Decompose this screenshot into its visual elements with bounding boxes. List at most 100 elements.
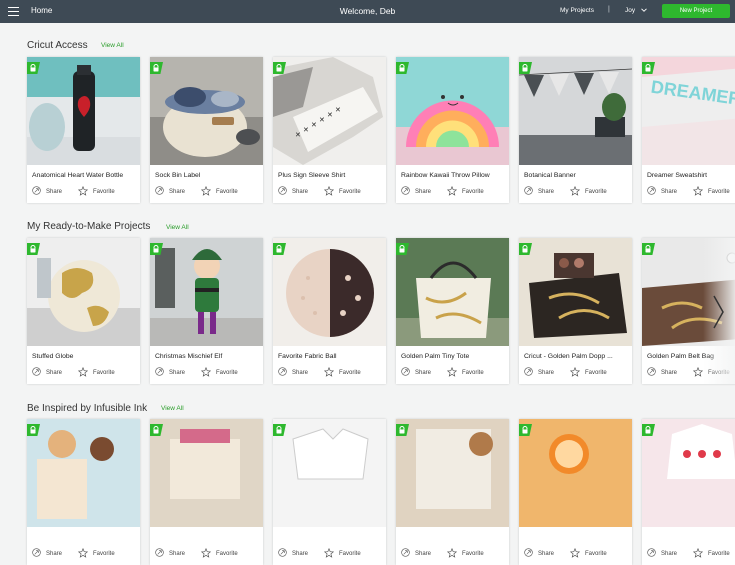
share-button[interactable]: Share (647, 186, 677, 197)
project-title: Rainbow Kawaii Throw Pillow (401, 172, 490, 179)
project-card[interactable]: Rainbow Kawaii Throw Pillow Share Favorite (396, 57, 509, 203)
project-thumbnail[interactable] (27, 238, 140, 346)
share-button[interactable]: Share (278, 548, 308, 559)
project-thumbnail[interactable]: ✕ ✕ ✕ ✕ ✕ ✕ (273, 57, 386, 165)
share-icon (524, 186, 538, 197)
project-card[interactable]: ✕ ✕ ✕ ✕ ✕ ✕ Plus Sign Sleeve Shirt Share Favorit… (273, 57, 386, 203)
view-all-link[interactable]: View All (161, 405, 184, 412)
favorite-button[interactable]: Favorite (77, 185, 115, 198)
project-thumbnail[interactable] (396, 419, 509, 527)
project-thumbnail[interactable] (396, 57, 509, 165)
project-card[interactable]: Share Favorite (396, 419, 509, 565)
favorite-button[interactable]: Favorite (77, 547, 115, 560)
project-card[interactable]: Sock Bin Label Share Favorite (150, 57, 263, 203)
project-thumbnail[interactable]: DREAMER (642, 57, 735, 165)
project-thumbnail[interactable] (642, 419, 735, 527)
favorite-button[interactable]: Favorite (323, 547, 361, 560)
share-icon (278, 367, 292, 378)
project-card[interactable]: Favorite Fabric Ball Share Favorite (273, 238, 386, 384)
project-thumbnail[interactable] (273, 419, 386, 527)
project-thumbnail[interactable] (396, 238, 509, 346)
svg-text:✕: ✕ (303, 127, 309, 134)
project-card[interactable]: Stuffed Globe Share Favorite (27, 238, 140, 384)
project-thumbnail[interactable] (150, 57, 263, 165)
project-thumbnail[interactable] (150, 419, 263, 527)
share-button[interactable]: Share (524, 548, 554, 559)
favorite-label: Favorite (585, 189, 607, 195)
project-card[interactable]: Golden Palm Tiny Tote Share Favorite (396, 238, 509, 384)
share-button[interactable]: Share (155, 367, 185, 378)
share-button[interactable]: Share (155, 548, 185, 559)
view-all-link[interactable]: View All (166, 224, 189, 231)
share-button[interactable]: Share (155, 186, 185, 197)
share-label: Share (292, 369, 309, 376)
share-button[interactable]: Share (401, 367, 431, 378)
project-card[interactable]: DREAMER Dreamer Sweatshirt Share Favorite (642, 57, 735, 203)
favorite-button[interactable]: Favorite (200, 547, 238, 560)
project-title: Favorite Fabric Ball (278, 353, 337, 360)
favorite-label: Favorite (462, 551, 484, 557)
favorite-button[interactable]: Favorite (569, 366, 607, 379)
favorite-button[interactable]: Favorite (692, 185, 730, 198)
share-button[interactable]: Share (32, 186, 62, 197)
star-icon (692, 547, 708, 560)
share-label: Share (661, 188, 678, 195)
my-projects-link[interactable]: My Projects (560, 7, 594, 14)
project-thumbnail[interactable] (27, 57, 140, 165)
favorite-button[interactable]: Favorite (77, 366, 115, 379)
share-label: Share (292, 550, 309, 557)
share-button[interactable]: Share (278, 186, 308, 197)
share-button[interactable]: Share (524, 186, 554, 197)
project-card[interactable]: Anatomical Heart Water Bottle Share Favori… (27, 57, 140, 203)
share-label: Share (46, 550, 63, 557)
favorite-button[interactable]: Favorite (200, 366, 238, 379)
share-button[interactable]: Share (278, 367, 308, 378)
project-card[interactable]: Christmas Mischief Elf Share Favorite (150, 238, 263, 384)
project-card[interactable]: Cricut - Golden Palm Dopp ... Share Favori… (519, 238, 632, 384)
share-button[interactable]: Share (401, 548, 431, 559)
star-icon (323, 547, 339, 560)
share-label: Share (46, 188, 63, 195)
star-icon (569, 547, 585, 560)
favorite-button[interactable]: Favorite (569, 185, 607, 198)
star-icon (77, 185, 93, 198)
favorite-label: Favorite (216, 189, 238, 195)
favorite-button[interactable]: Favorite (323, 366, 361, 379)
new-project-button[interactable]: New Project (662, 4, 730, 18)
project-card[interactable]: Share Favorite (642, 419, 735, 565)
project-card[interactable]: Share Favorite (273, 419, 386, 565)
project-thumbnail[interactable] (519, 57, 632, 165)
project-card[interactable]: Botanical Banner Share Favorite (519, 57, 632, 203)
project-card[interactable]: Share Favorite (27, 419, 140, 565)
share-label: Share (415, 188, 432, 195)
share-button[interactable]: Share (647, 548, 677, 559)
user-menu[interactable]: Joy (625, 7, 635, 14)
share-label: Share (538, 550, 555, 557)
favorite-button[interactable]: Favorite (446, 547, 484, 560)
favorite-button[interactable]: Favorite (569, 547, 607, 560)
view-all-link[interactable]: View All (101, 42, 124, 49)
star-icon (446, 547, 462, 560)
favorite-button[interactable]: Favorite (446, 185, 484, 198)
share-button[interactable]: Share (32, 548, 62, 559)
favorite-button[interactable]: Favorite (692, 547, 730, 560)
share-button[interactable]: Share (401, 186, 431, 197)
project-card[interactable]: Share Favorite (150, 419, 263, 565)
star-icon (77, 547, 93, 560)
project-thumbnail[interactable] (519, 419, 632, 527)
project-thumbnail[interactable] (273, 238, 386, 346)
share-button[interactable]: Share (647, 367, 677, 378)
share-button[interactable]: Share (524, 367, 554, 378)
project-thumbnail[interactable] (27, 419, 140, 527)
favorite-button[interactable]: Favorite (446, 366, 484, 379)
share-icon (32, 367, 46, 378)
favorite-button[interactable]: Favorite (323, 185, 361, 198)
favorite-label: Favorite (462, 370, 484, 376)
share-button[interactable]: Share (32, 367, 62, 378)
chevron-right-icon[interactable] (710, 292, 726, 332)
chevron-down-icon[interactable] (640, 6, 648, 14)
project-card[interactable]: Share Favorite (519, 419, 632, 565)
project-thumbnail[interactable] (150, 238, 263, 346)
project-thumbnail[interactable] (519, 238, 632, 346)
favorite-button[interactable]: Favorite (200, 185, 238, 198)
